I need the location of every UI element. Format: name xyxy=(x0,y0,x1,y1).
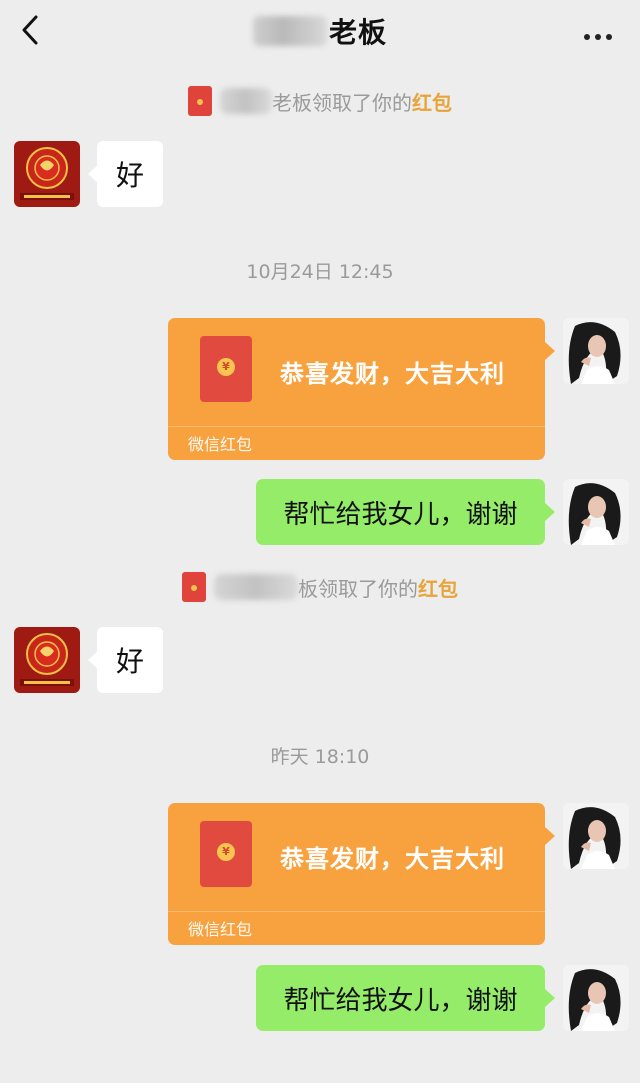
divider xyxy=(168,911,545,912)
red-packet-label: 微信红包 xyxy=(188,920,253,939)
outgoing-message-bubble[interactable]: 帮忙给我女儿，谢谢 xyxy=(256,965,555,1031)
portrait-avatar-image xyxy=(563,803,629,869)
message-text: 好 xyxy=(115,645,144,678)
divider xyxy=(168,426,545,427)
timestamp: 昨天 18:10 xyxy=(270,746,370,768)
red-packet-icon xyxy=(188,86,212,116)
chat-title-area: 老板 xyxy=(0,0,640,62)
self-avatar[interactable] xyxy=(563,965,629,1031)
red-packet-label: 微信红包 xyxy=(188,435,253,454)
red-packet-greeting: 恭喜发财，大吉大利 xyxy=(280,845,505,873)
incoming-message-bubble[interactable]: 好 xyxy=(88,141,163,207)
more-dots-icon xyxy=(584,25,617,44)
more-button[interactable] xyxy=(584,25,618,40)
red-packet-message[interactable]: ¥ 恭喜发财，大吉大利 微信红包 xyxy=(168,318,555,460)
portrait-avatar-image xyxy=(563,318,629,384)
portrait-avatar-image xyxy=(563,965,629,1031)
red-emblem-avatar-image xyxy=(14,627,80,693)
contact-avatar[interactable] xyxy=(14,141,80,207)
red-envelope-icon: ¥ xyxy=(200,821,252,887)
notice-text: 板领取了你的 xyxy=(298,576,418,601)
message-text: 帮忙给我女儿，谢谢 xyxy=(283,985,518,1016)
message-text: 帮忙给我女儿，谢谢 xyxy=(283,499,518,530)
red-envelope-icon: ¥ xyxy=(200,336,252,402)
coin-icon: ¥ xyxy=(217,358,235,376)
red-packet-message[interactable]: ¥ 恭喜发财，大吉大利 微信红包 xyxy=(168,803,555,945)
red-packet-link[interactable]: 红包 xyxy=(418,573,458,602)
self-avatar[interactable] xyxy=(563,803,629,869)
blurred-name xyxy=(220,88,272,114)
outgoing-message-bubble[interactable]: 帮忙给我女儿，谢谢 xyxy=(256,479,555,545)
red-packet-link[interactable]: 红包 xyxy=(412,87,452,116)
incoming-message-bubble[interactable]: 好 xyxy=(88,627,163,693)
notice-text: 老板领取了你的 xyxy=(272,90,412,115)
contact-avatar[interactable] xyxy=(14,627,80,693)
portrait-avatar-image xyxy=(563,479,629,545)
self-avatar[interactable] xyxy=(563,479,629,545)
red-packet-greeting: 恭喜发财，大吉大利 xyxy=(280,360,505,388)
coin-icon: ¥ xyxy=(217,843,235,861)
message-text: 好 xyxy=(115,159,144,192)
blurred-name xyxy=(214,574,298,600)
red-emblem-avatar-image xyxy=(14,141,80,207)
system-notice: 板领取了你的 红包 xyxy=(0,572,640,602)
self-avatar[interactable] xyxy=(563,318,629,384)
timestamp: 10月24日 12:45 xyxy=(246,261,394,283)
chat-title: 老板 xyxy=(328,16,387,49)
system-notice: 老板领取了你的 红包 xyxy=(0,86,640,116)
blurred-name xyxy=(252,16,327,46)
red-packet-icon xyxy=(182,572,206,602)
chat-header: 老板 xyxy=(0,0,640,62)
